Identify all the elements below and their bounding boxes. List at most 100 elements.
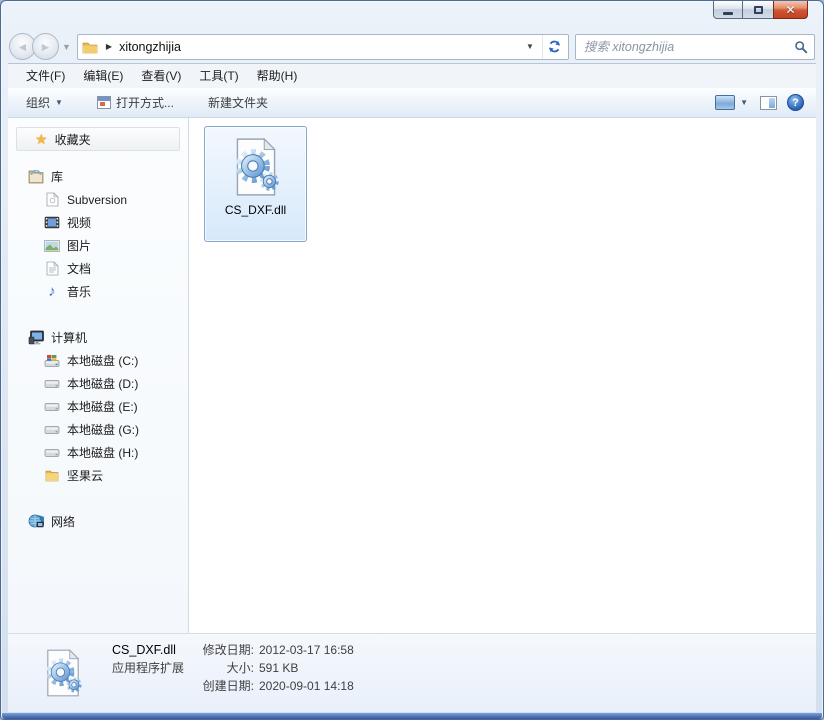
file-item-cs-dxf[interactable]: CS_DXF.dll [204, 126, 307, 242]
preview-pane-button[interactable] [760, 95, 777, 110]
computer-icon [28, 330, 44, 346]
file-name-label: CS_DXF.dll [224, 203, 287, 217]
close-icon: ✕ [785, 2, 796, 17]
minimize-button[interactable] [713, 1, 743, 19]
menu-edit[interactable]: 编辑(E) [74, 64, 132, 88]
sidebar-item-documents[interactable]: 文档 [16, 257, 180, 280]
size-value: 591 KB [259, 661, 299, 675]
modified-date-label: 修改日期: [202, 643, 254, 657]
sidebar-item-subversion[interactable]: Subversion [16, 188, 180, 211]
organize-button[interactable]: 组织 ▼ [26, 94, 63, 111]
libraries-icon [28, 169, 44, 185]
sidebar-label: 本地磁盘 (C:) [67, 354, 139, 368]
organize-caret-icon: ▼ [55, 98, 63, 107]
sidebar-item-network[interactable]: 网络 [16, 510, 180, 533]
sidebar-item-videos[interactable]: 视频 [16, 211, 180, 234]
system-disk-icon [44, 353, 60, 369]
breadcrumb-folder[interactable]: xitongzhijia [119, 40, 181, 54]
sidebar-item-pictures[interactable]: 图片 [16, 234, 180, 257]
help-icon: ? [792, 96, 799, 109]
search-icon[interactable] [794, 40, 808, 54]
sidebar-item-disk-c[interactable]: 本地磁盘 (C:) [16, 349, 180, 372]
sidebar-label: 本地磁盘 (E:) [67, 400, 138, 414]
document-icon [44, 261, 60, 277]
created-date-value: 2020-09-01 14:18 [259, 679, 354, 693]
address-bar[interactable]: ▶ xitongzhijia ▼ [76, 33, 569, 60]
dll-file-icon-large [36, 646, 90, 700]
forward-button[interactable]: ► [32, 33, 59, 60]
forward-icon: ► [39, 39, 52, 54]
details-file-type: 应用程序扩展 [112, 661, 185, 675]
file-list-area[interactable]: CS_DXF.dll [189, 118, 816, 633]
views-icon [715, 95, 736, 110]
views-caret-icon: ▼ [740, 98, 748, 107]
video-icon [44, 215, 60, 231]
client-area: 文件(F) 编辑(E) 查看(V) 工具(T) 帮助(H) 组织 ▼ 打开方式.… [8, 63, 816, 712]
size-label: 大小: [226, 661, 254, 675]
folder-icon [44, 468, 60, 484]
help-button[interactable]: ? [787, 94, 804, 111]
recent-pages-chevron-icon[interactable]: ▼ [62, 42, 71, 52]
disk-icon [44, 422, 60, 438]
disk-icon [44, 445, 60, 461]
open-with-label: 打开方式... [115, 96, 174, 110]
navigation-bar: ◄ ► ▼ ▶ xitongzhijia ▼ [9, 30, 815, 63]
picture-icon [44, 238, 60, 254]
details-identity: CS_DXF.dll 应用程序扩展 [112, 641, 190, 677]
refresh-icon [549, 40, 560, 53]
sidebar-item-libraries[interactable]: 库 [16, 165, 180, 188]
close-button[interactable]: ✕ [773, 1, 808, 19]
explorer-window: ✕ ◄ ► ▼ ▶ xitongzhijia ▼ 搜索 xitongzhijia… [0, 0, 824, 720]
search-input[interactable] [581, 38, 794, 55]
modified-date-value: 2012-03-17 16:58 [259, 643, 354, 657]
sidebar-item-computer[interactable]: 计算机 [16, 326, 180, 349]
sidebar-item-favorites[interactable]: ★ 收藏夹 [16, 127, 180, 151]
network-icon [28, 514, 44, 530]
music-icon: ♪ [48, 283, 56, 300]
details-pane: CS_DXF.dll 应用程序扩展 修改日期: 2012-03-17 16:58… [8, 633, 816, 712]
maximize-icon [753, 5, 763, 14]
new-folder-button[interactable]: 新建文件夹 [208, 94, 268, 111]
breadcrumb-arrow-icon: ▶ [105, 42, 113, 51]
menu-file[interactable]: 文件(F) [17, 64, 74, 88]
details-properties: 修改日期: 2012-03-17 16:58 大小: 591 KB 创建日期: … [190, 641, 354, 695]
details-file-name: CS_DXF.dll [112, 643, 176, 657]
sidebar-label: 音乐 [67, 285, 92, 299]
star-icon: ★ [35, 130, 48, 147]
sidebar-item-music[interactable]: ♪ 音乐 [16, 280, 180, 303]
change-view-button[interactable]: ▼ [715, 95, 748, 110]
window-frame-bottom [2, 713, 822, 719]
back-icon: ◄ [16, 39, 29, 54]
search-box [574, 33, 815, 60]
sidebar-item-disk-h[interactable]: 本地磁盘 (H:) [16, 441, 180, 464]
address-dropdown-icon[interactable]: ▼ [518, 42, 542, 51]
sidebar-label: 本地磁盘 (D:) [67, 377, 139, 391]
dll-file-icon [235, 137, 279, 196]
refresh-button[interactable] [541, 34, 566, 59]
sidebar-item-disk-g[interactable]: 本地磁盘 (G:) [16, 418, 180, 441]
sidebar-label: 视频 [67, 216, 92, 230]
minimize-icon [723, 11, 733, 15]
sidebar-label: 文档 [67, 262, 92, 276]
sidebar-label: 图片 [67, 239, 92, 253]
sidebar-label: 本地磁盘 (H:) [67, 446, 139, 460]
folder-icon [82, 39, 98, 55]
sidebar-label: 坚果云 [67, 469, 104, 483]
sidebar-item-disk-d[interactable]: 本地磁盘 (D:) [16, 372, 180, 395]
open-with-button[interactable]: 打开方式... [96, 94, 174, 111]
sidebar-label: 计算机 [51, 331, 88, 345]
menu-help[interactable]: 帮助(H) [248, 64, 307, 88]
menu-view[interactable]: 查看(V) [132, 64, 190, 88]
menu-tools[interactable]: 工具(T) [190, 64, 247, 88]
content-area: ★ 收藏夹 库 Subversion 视频 图片 文档 ♪ 音乐 计算机 本地磁… [8, 118, 816, 633]
sidebar-label: Subversion [67, 192, 128, 207]
sidebar-item-disk-e[interactable]: 本地磁盘 (E:) [16, 395, 180, 418]
navigation-pane: ★ 收藏夹 库 Subversion 视频 图片 文档 ♪ 音乐 计算机 本地磁… [8, 118, 189, 633]
titlebar[interactable]: ✕ [1, 1, 823, 29]
document-icon [44, 192, 60, 208]
sidebar-item-nutstore[interactable]: 坚果云 [16, 464, 180, 487]
toolbar-right: ▼ ? [715, 94, 804, 111]
maximize-button[interactable] [743, 1, 773, 19]
sidebar-label: 库 [51, 170, 64, 184]
